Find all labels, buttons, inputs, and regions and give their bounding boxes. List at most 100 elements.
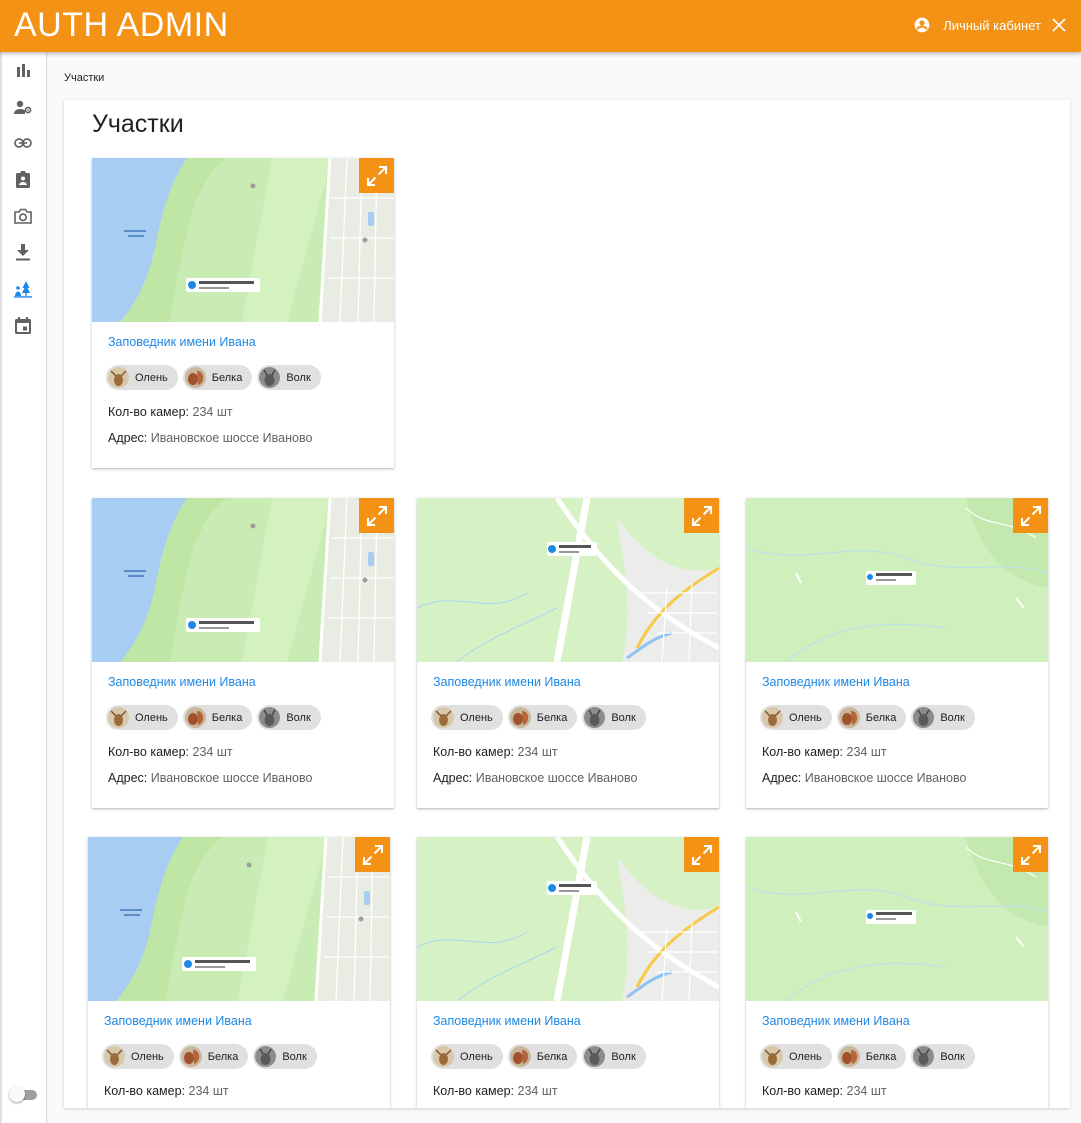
site-card[interactable]: Заповедник имени Ивана Олень Белка Волк Кол-… bbox=[92, 158, 394, 468]
camera-count-value: 234 шт bbox=[846, 745, 887, 759]
fullscreen-icon bbox=[1020, 505, 1041, 526]
chip-deer[interactable]: Олень bbox=[102, 1044, 174, 1069]
deer-avatar bbox=[762, 707, 783, 728]
squirrel-avatar bbox=[838, 707, 860, 728]
camera-count-value: 234 шт bbox=[517, 745, 558, 759]
camera-icon bbox=[14, 208, 32, 224]
theme-toggle[interactable] bbox=[9, 1086, 37, 1102]
chip-squirrel[interactable]: Белка bbox=[178, 1044, 249, 1069]
camera-count-label: Кол-во камер: bbox=[108, 405, 190, 419]
squirrel-avatar bbox=[184, 367, 206, 388]
site-card[interactable]: Заповедник имени Ивана Олень Белка Волк Кол-… bbox=[746, 837, 1048, 1108]
address: Адрес: Ивановское шоссе Иваново bbox=[108, 431, 312, 445]
squirrel-avatar bbox=[509, 1046, 531, 1067]
app-bar: AUTH ADMIN Личный кабинет bbox=[0, 0, 1081, 52]
wolf-avatar bbox=[913, 1046, 935, 1067]
expand-button[interactable] bbox=[1013, 837, 1048, 872]
expand-button[interactable] bbox=[684, 498, 719, 533]
chip-squirrel[interactable]: Белка bbox=[182, 365, 253, 390]
site-map[interactable] bbox=[746, 498, 1048, 662]
chip-squirrel[interactable]: Белка bbox=[507, 1044, 578, 1069]
animal-chips: Олень Белка Волк bbox=[102, 1044, 317, 1069]
expand-button[interactable] bbox=[359, 498, 394, 533]
site-title-link[interactable]: Заповедник имени Ивана bbox=[433, 1014, 581, 1028]
site-title-link[interactable]: Заповедник имени Ивана bbox=[762, 675, 910, 689]
site-map[interactable] bbox=[88, 837, 390, 1001]
camera-count: Кол-во камер: 234 шт bbox=[104, 1084, 229, 1098]
account-link[interactable]: Личный кабинет bbox=[914, 17, 1041, 33]
sidebar-item-sites[interactable] bbox=[12, 278, 34, 300]
chip-wolf[interactable]: Волк bbox=[582, 705, 646, 730]
chip-wolf[interactable]: Волк bbox=[911, 705, 975, 730]
sidebar-item-downloads[interactable] bbox=[12, 241, 34, 263]
site-title-link[interactable]: Заповедник имени Ивана bbox=[108, 335, 256, 349]
sidebar-item-users[interactable] bbox=[12, 96, 34, 118]
address: Адрес: Ивановское шоссе Иваново bbox=[762, 771, 966, 785]
camera-count-value: 234 шт bbox=[192, 405, 233, 419]
site-card[interactable]: Заповедник имени Ивана Олень Белка Волк Кол-… bbox=[417, 837, 719, 1108]
address-label: Адрес: bbox=[108, 771, 148, 785]
close-icon[interactable] bbox=[1049, 15, 1069, 35]
site-card[interactable]: Заповедник имени Ивана Олень Белка Волк Кол-… bbox=[92, 498, 394, 808]
chip-squirrel[interactable]: Белка bbox=[507, 705, 578, 730]
site-map[interactable] bbox=[92, 158, 394, 322]
chip-deer[interactable]: Олень bbox=[106, 365, 178, 390]
chip-wolf[interactable]: Волк bbox=[253, 1044, 317, 1069]
chip-wolf[interactable]: Волк bbox=[257, 705, 321, 730]
chip-label: Белка bbox=[207, 1050, 239, 1063]
fullscreen-icon bbox=[362, 844, 383, 865]
camera-count: Кол-во камер: 234 шт bbox=[433, 1084, 558, 1098]
expand-button[interactable] bbox=[355, 837, 390, 872]
fullscreen-icon bbox=[691, 505, 712, 526]
address-value: Ивановское шоссе Иваново bbox=[475, 771, 638, 785]
wolf-avatar bbox=[584, 1046, 606, 1067]
wolf-avatar bbox=[255, 1046, 277, 1067]
chip-squirrel[interactable]: Белка bbox=[182, 705, 253, 730]
deer-avatar bbox=[433, 1046, 454, 1067]
sidebar-item-cameras[interactable] bbox=[12, 205, 34, 227]
expand-button[interactable] bbox=[359, 158, 394, 193]
chip-label: Белка bbox=[211, 371, 243, 384]
site-card[interactable]: Заповедник имени Ивана Олень Белка Волк Кол-… bbox=[746, 498, 1048, 808]
chip-deer[interactable]: Олень bbox=[431, 1044, 503, 1069]
camera-count-value: 234 шт bbox=[517, 1084, 558, 1098]
address-label: Адрес: bbox=[433, 771, 473, 785]
sidebar-item-events[interactable] bbox=[12, 314, 34, 336]
chip-deer[interactable]: Олень bbox=[760, 705, 832, 730]
sidebar-item-charts[interactable] bbox=[12, 60, 34, 82]
chip-deer[interactable]: Олень bbox=[106, 705, 178, 730]
chip-wolf[interactable]: Волк bbox=[582, 1044, 646, 1069]
site-map[interactable] bbox=[417, 498, 719, 662]
site-map[interactable] bbox=[746, 837, 1048, 1001]
chip-squirrel[interactable]: Белка bbox=[836, 1044, 907, 1069]
chip-wolf[interactable]: Волк bbox=[911, 1044, 975, 1069]
chip-wolf[interactable]: Волк bbox=[257, 365, 321, 390]
chip-label: Волк bbox=[282, 1050, 307, 1063]
site-map[interactable] bbox=[417, 837, 719, 1001]
site-card[interactable]: Заповедник имени Ивана Олень Белка Волк Кол-… bbox=[417, 498, 719, 808]
chip-label: Белка bbox=[865, 1050, 897, 1063]
address-label: Адрес: bbox=[108, 431, 148, 445]
user-settings-icon bbox=[14, 100, 32, 114]
chip-label: Волк bbox=[611, 711, 636, 724]
deer-avatar bbox=[762, 1046, 783, 1067]
animal-chips: Олень Белка Волк bbox=[106, 705, 321, 730]
site-map[interactable] bbox=[92, 498, 394, 662]
site-title-link[interactable]: Заповедник имени Ивана bbox=[762, 1014, 910, 1028]
site-title-link[interactable]: Заповедник имени Ивана bbox=[433, 675, 581, 689]
expand-button[interactable] bbox=[1013, 498, 1048, 533]
sidebar-item-links[interactable] bbox=[12, 132, 34, 154]
site-title-link[interactable]: Заповедник имени Ивана bbox=[104, 1014, 252, 1028]
site-card[interactable]: Заповедник имени Ивана Олень Белка Волк Кол-… bbox=[88, 837, 390, 1108]
expand-button[interactable] bbox=[684, 837, 719, 872]
chip-label: Олень bbox=[460, 1050, 493, 1063]
chip-squirrel[interactable]: Белка bbox=[836, 705, 907, 730]
wolf-avatar bbox=[259, 707, 281, 728]
site-title-link[interactable]: Заповедник имени Ивана bbox=[108, 675, 256, 689]
sidebar-item-assignments[interactable] bbox=[12, 168, 34, 190]
wolf-avatar bbox=[913, 707, 935, 728]
chip-deer[interactable]: Олень bbox=[431, 705, 503, 730]
chip-label: Белка bbox=[865, 711, 897, 724]
chip-deer[interactable]: Олень bbox=[760, 1044, 832, 1069]
camera-count: Кол-во камер: 234 шт bbox=[108, 405, 233, 419]
